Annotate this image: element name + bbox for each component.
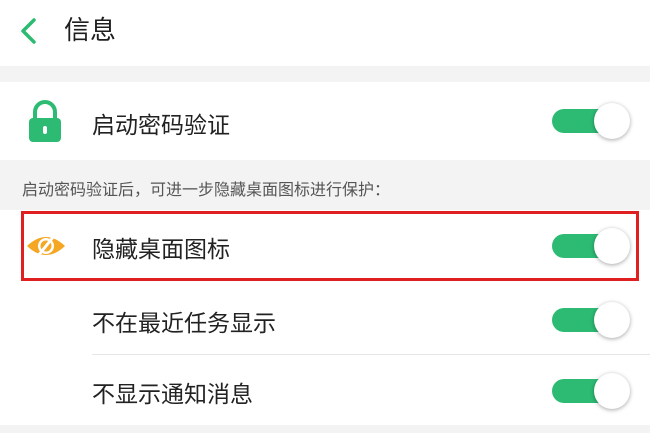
password-verification-toggle[interactable] xyxy=(552,103,630,139)
hide-desktop-icon-row[interactable]: 隐藏桌面图标 xyxy=(0,210,650,282)
toggle-knob xyxy=(594,302,630,338)
hide-notifications-row[interactable]: 不显示通知消息 xyxy=(0,355,650,425)
section-separator xyxy=(0,66,650,82)
hide-desktop-icon-label: 隐藏桌面图标 xyxy=(92,237,230,263)
page-title: 信息 xyxy=(64,16,117,46)
eye-off-icon xyxy=(27,234,65,258)
app-window: 信息 启动密码验证 启动密码验证后，可进一步隐藏桌面图标进行保护： 隐藏桌面图标 xyxy=(0,0,650,433)
toggle-knob xyxy=(594,103,630,139)
bottom-separator xyxy=(0,425,650,433)
password-verification-label: 启动密码验证 xyxy=(92,113,230,139)
section-note: 启动密码验证后，可进一步隐藏桌面图标进行保护： xyxy=(0,160,650,210)
chevron-left-icon xyxy=(21,18,36,44)
toggle-knob xyxy=(594,373,630,409)
lock-icon xyxy=(29,100,61,142)
hide-from-recents-label: 不在最近任务显示 xyxy=(92,311,276,337)
toggle-knob xyxy=(594,228,630,264)
section-note-text: 启动密码验证后，可进一步隐藏桌面图标进行保护： xyxy=(22,180,391,199)
hide-notifications-label: 不显示通知消息 xyxy=(92,382,253,408)
back-button[interactable] xyxy=(14,16,44,46)
header-bar: 信息 xyxy=(0,0,650,66)
password-verification-row[interactable]: 启动密码验证 xyxy=(0,82,650,160)
hide-notifications-toggle[interactable] xyxy=(552,373,630,409)
hide-from-recents-row[interactable]: 不在最近任务显示 xyxy=(0,284,650,354)
hide-from-recents-toggle[interactable] xyxy=(552,302,630,338)
hide-desktop-icon-toggle[interactable] xyxy=(552,228,630,264)
